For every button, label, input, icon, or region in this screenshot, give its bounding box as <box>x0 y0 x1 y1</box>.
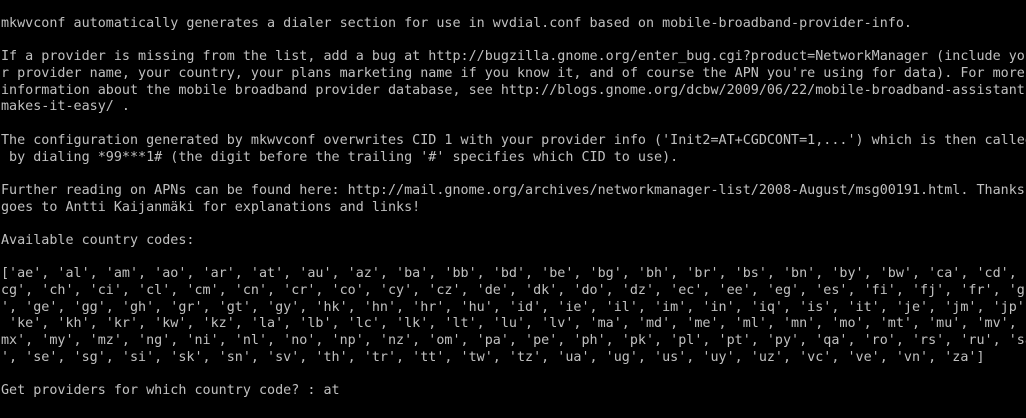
terminal-line: goes to Antti Kaijanmäki for explanation… <box>1 199 421 215</box>
terminal-line: Available country codes: <box>1 232 195 248</box>
terminal-line: information about the mobile broadband p… <box>1 82 1026 98</box>
terminal-window[interactable]: mkwvconf automatically generates a diale… <box>0 0 1026 418</box>
terminal-line: cg', 'ch', 'ci', 'cl', 'cm', 'cn', 'cr',… <box>1 283 1026 298</box>
terminal-line: ', 'se', 'sg', 'si', 'sk', 'sn', 'sv', '… <box>1 349 985 365</box>
terminal-line: 'ke', 'kh', 'kr', 'kw', 'kz', 'la', 'lb'… <box>1 316 1026 332</box>
terminal-line: ['ae', 'al', 'am', 'ao', 'ar', 'at', 'au… <box>1 266 1026 282</box>
terminal-line: ', 'ge', 'gg', 'gh', 'gr', 'gt', 'gy', '… <box>1 299 1026 315</box>
terminal-output: mkwvconf automatically generates a diale… <box>1 16 1026 383</box>
terminal-line: makes-it-easy/ . <box>1 99 130 115</box>
prompt-label: Get providers for which country code? : <box>1 383 324 399</box>
terminal-line: Further reading on APNs can be found her… <box>1 182 1025 198</box>
terminal-line: If a provider is missing from the list, … <box>1 49 1026 65</box>
terminal-line: by dialing *99***1# (the digit before th… <box>1 149 679 165</box>
terminal-line: mx', 'my', 'mz', 'ng', 'ni', 'nl', 'no',… <box>1 333 1026 349</box>
terminal-line: r provider name, your country, your plan… <box>1 66 1025 82</box>
country-code-input[interactable]: at <box>323 383 339 398</box>
country-code-prompt[interactable]: Get providers for which country code? : … <box>1 383 1026 400</box>
terminal-line: The configuration generated by mkwvconf … <box>1 132 1026 148</box>
terminal-line: mkwvconf automatically generates a diale… <box>1 16 912 31</box>
